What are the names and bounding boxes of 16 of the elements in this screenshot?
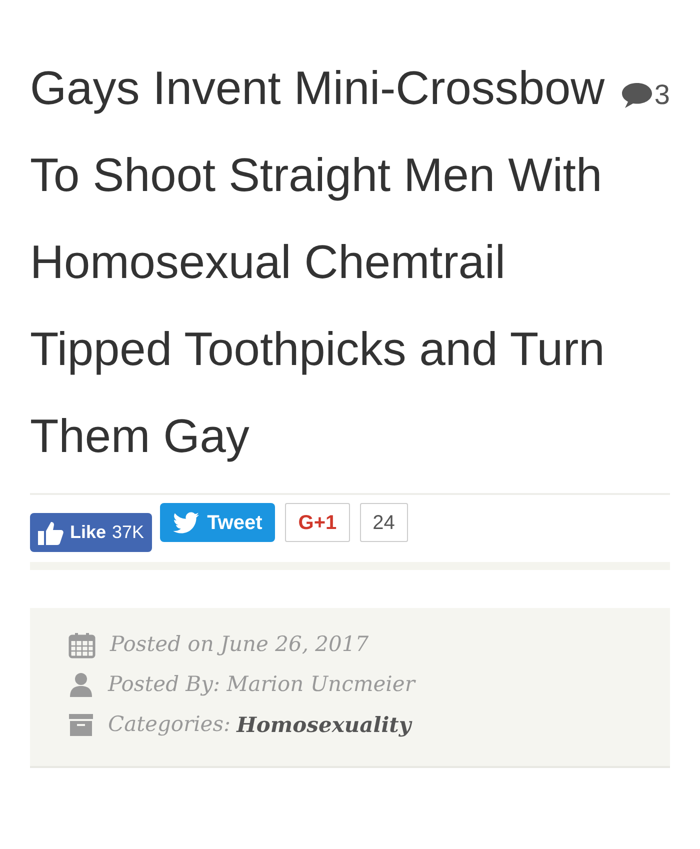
- tweet-button[interactable]: Tweet: [160, 503, 276, 542]
- calendar-icon: [68, 631, 96, 659]
- comment-count-link[interactable]: 3: [621, 74, 670, 116]
- google-plus-button[interactable]: G+1: [285, 503, 350, 542]
- bird-icon: [173, 512, 200, 534]
- category-link[interactable]: Homosexuality: [236, 709, 412, 741]
- speech-bubble-icon: [621, 81, 654, 109]
- thumbs-up-icon: [38, 520, 64, 544]
- meta-text: Posted on June 26, 2017: [110, 631, 369, 658]
- like-button[interactable]: Like 37K: [30, 513, 152, 552]
- user-icon: [68, 672, 94, 698]
- archive-icon: [68, 712, 94, 738]
- meta-text: Posted By: Marion Uncmeier: [108, 671, 415, 698]
- article-title: Gays Invent Mini-Crossbow To Shoot Straight Men With Homosexual Chemtrail Tipped Toothpicks and Turn Them Gay: [30, 60, 606, 464]
- meta-text: Categories:: [108, 711, 231, 738]
- share-count: 24: [360, 503, 408, 542]
